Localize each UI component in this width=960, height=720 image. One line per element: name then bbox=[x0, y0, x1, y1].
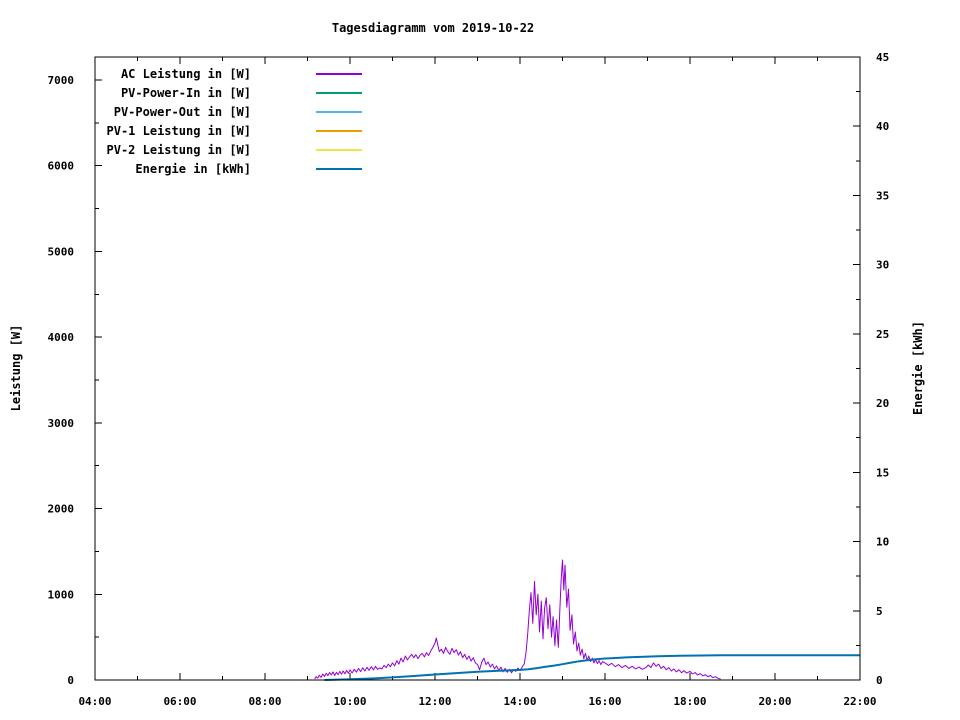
x-tick-label: 20:00 bbox=[758, 695, 791, 708]
legend-label: PV-2 Leistung in [W] bbox=[107, 143, 252, 157]
legend-label: AC Leistung in [W] bbox=[121, 67, 251, 81]
y-tick-label: 0 bbox=[67, 674, 74, 687]
legend-label: PV-1 Leistung in [W] bbox=[107, 124, 252, 138]
x-tick-label: 04:00 bbox=[78, 695, 111, 708]
x-tick-label: 06:00 bbox=[163, 695, 196, 708]
x-tick-label: 12:00 bbox=[418, 695, 451, 708]
chart: Tagesdiagramm vom 2019-10-22 Leistung [W… bbox=[0, 0, 960, 720]
x-tick-label: 10:00 bbox=[333, 695, 366, 708]
y-tick-label: 5000 bbox=[48, 245, 75, 258]
series-line-energie-in-kwh- bbox=[324, 654, 860, 681]
y2-tick-label: 35 bbox=[876, 189, 889, 202]
y2-tick-label: 45 bbox=[876, 51, 889, 64]
y2-tick-label: 30 bbox=[876, 259, 889, 272]
series-line-ac-leistung-in-w- bbox=[314, 559, 721, 680]
y-tick-label: 3000 bbox=[48, 417, 75, 430]
y2-tick-label: 10 bbox=[876, 536, 889, 549]
y2-tick-label: 5 bbox=[876, 605, 883, 618]
x-tick-label: 18:00 bbox=[673, 695, 706, 708]
legend-label: PV-Power-In in [W] bbox=[121, 86, 251, 100]
y2-tick-label: 15 bbox=[876, 466, 889, 479]
y-tick-label: 1000 bbox=[48, 588, 75, 601]
legend-label: Energie in [kWh] bbox=[135, 162, 251, 176]
y2-tick-label: 25 bbox=[876, 328, 889, 341]
x-tick-label: 16:00 bbox=[588, 695, 621, 708]
y-tick-label: 4000 bbox=[48, 331, 75, 344]
y2-tick-label: 0 bbox=[876, 674, 883, 687]
x-tick-label: 14:00 bbox=[503, 695, 536, 708]
x-tick-label: 08:00 bbox=[248, 695, 281, 708]
y2-tick-label: 40 bbox=[876, 120, 889, 133]
y-tick-label: 6000 bbox=[48, 160, 75, 173]
legend-label: PV-Power-Out in [W] bbox=[114, 105, 251, 119]
y2-tick-label: 20 bbox=[876, 397, 889, 410]
x-tick-label: 22:00 bbox=[843, 695, 876, 708]
y-tick-label: 7000 bbox=[48, 74, 75, 87]
plot-area: 04:00 06:00 08:00 10:00 12:00 14:00 16:00 18:00… bbox=[48, 51, 890, 708]
y-tick-label: 2000 bbox=[48, 503, 75, 516]
